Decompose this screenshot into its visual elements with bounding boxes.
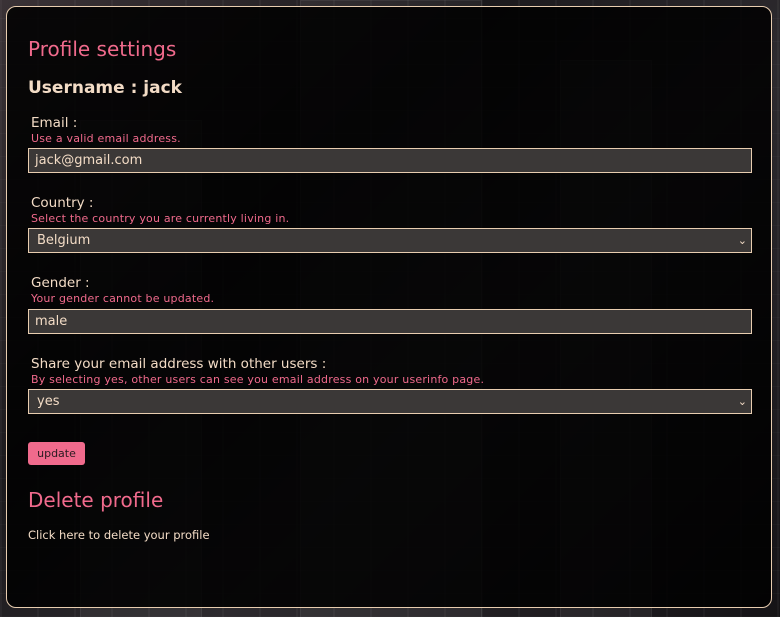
profile-settings-panel: Profile settings Username : jack Email :… bbox=[6, 6, 772, 608]
delete-profile-link[interactable]: Click here to delete your profile bbox=[28, 528, 210, 542]
chevron-down-icon: ⌄ bbox=[737, 395, 747, 408]
page-title: Profile settings bbox=[28, 37, 177, 61]
country-select[interactable]: Belgium ⌄ bbox=[28, 228, 752, 253]
gender-hint: Your gender cannot be updated. bbox=[31, 292, 215, 305]
update-button[interactable]: update bbox=[28, 442, 85, 465]
share-email-label: Share your email address with other user… bbox=[31, 356, 327, 372]
country-hint: Select the country you are currently liv… bbox=[31, 212, 290, 225]
email-field[interactable]: jack@gmail.com bbox=[28, 148, 752, 173]
share-email-select-value: yes bbox=[37, 394, 60, 409]
country-label: Country : bbox=[31, 195, 94, 211]
delete-profile-heading: Delete profile bbox=[28, 488, 164, 512]
email-field-value: jack@gmail.com bbox=[35, 153, 143, 168]
share-email-hint: By selecting yes, other users can see yo… bbox=[31, 373, 485, 386]
country-select-value: Belgium bbox=[37, 233, 91, 248]
username-heading: Username : jack bbox=[28, 78, 182, 98]
email-label: Email : bbox=[31, 115, 78, 131]
email-hint: Use a valid email address. bbox=[31, 132, 181, 145]
chevron-down-icon: ⌄ bbox=[737, 234, 747, 247]
share-email-select[interactable]: yes ⌄ bbox=[28, 389, 752, 414]
gender-field-value: male bbox=[35, 314, 68, 329]
gender-field: male bbox=[28, 309, 752, 334]
gender-label: Gender : bbox=[31, 275, 90, 291]
